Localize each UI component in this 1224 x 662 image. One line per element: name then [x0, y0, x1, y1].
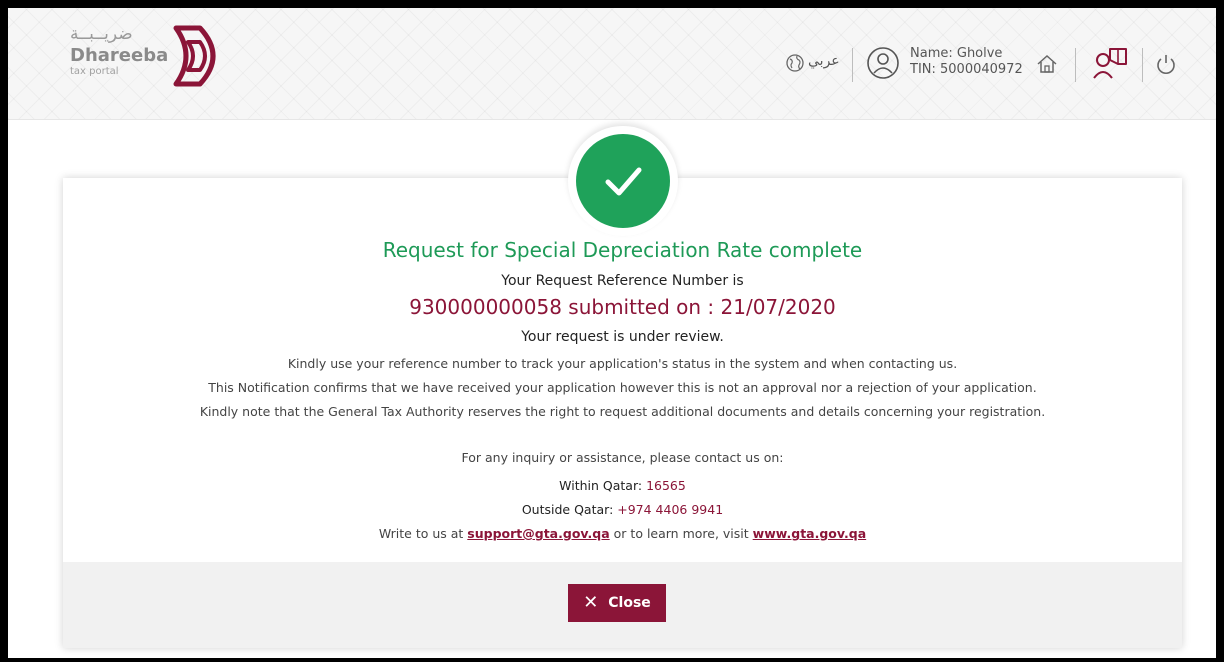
- success-check-icon: [576, 134, 670, 228]
- write-prefix: Write to us at: [378, 526, 464, 541]
- logo-subtitle: tax portal: [70, 66, 119, 77]
- within-phone[interactable]: 16565: [646, 478, 686, 493]
- within-qatar-contact: Within Qatar: 16565: [559, 478, 686, 493]
- write-to-us: Write to us at support@gta.gov.qa or to …: [63, 526, 1182, 541]
- review-status: Your request is under review.: [521, 329, 724, 345]
- info-paragraph: Kindly note that the General Tax Authori…: [199, 404, 1046, 419]
- inquiry-text: For any inquiry or assistance, please co…: [461, 450, 784, 465]
- home-icon[interactable]: [1036, 53, 1058, 75]
- user-guide-icon[interactable]: [1092, 46, 1128, 80]
- close-button[interactable]: ✕ Close: [568, 584, 666, 622]
- header-divider: [852, 48, 853, 82]
- outside-qatar-contact: Outside Qatar: +974 4406 9941: [521, 502, 724, 517]
- logo-name: Dhareeba: [70, 45, 169, 66]
- app-frame: ضريــبــة Dhareeba tax portal عربي Name:…: [8, 8, 1216, 658]
- globe-icon[interactable]: [786, 54, 804, 72]
- top-header: ضريــبــة Dhareeba tax portal عربي Name:…: [8, 8, 1216, 120]
- within-label: Within Qatar: [559, 478, 638, 493]
- success-badge: [568, 126, 678, 236]
- user-name: Name: Gholve: [910, 46, 1003, 61]
- confirmation-title: Request for Special Depreciation Rate co…: [382, 238, 863, 262]
- outside-label: Outside Qatar: [521, 502, 610, 517]
- user-tin: TIN: 5000040972: [910, 62, 1023, 77]
- power-icon[interactable]: [1155, 53, 1177, 75]
- dhareeba-logo[interactable]: ضريــبــة Dhareeba tax portal: [70, 24, 240, 88]
- reference-number: 930000000058 submitted on : 21/07/2020: [409, 295, 836, 319]
- confirmation-card: Request for Special Depreciation Rate co…: [63, 178, 1182, 648]
- card-footer: ✕ Close: [63, 562, 1182, 648]
- logo-arabic-text: ضريــبــة: [70, 24, 133, 44]
- support-email-link[interactable]: support@gta.gov.qa: [467, 526, 609, 541]
- header-divider: [1075, 48, 1076, 82]
- user-icon[interactable]: [866, 46, 900, 80]
- language-toggle[interactable]: عربي: [808, 53, 840, 69]
- info-paragraph: This Notification confirms that we have …: [208, 380, 1037, 395]
- logo-mark-icon: [173, 25, 216, 87]
- reference-label: Your Request Reference Number is: [501, 273, 744, 289]
- header-divider: [1142, 48, 1143, 82]
- close-label: Close: [608, 595, 651, 611]
- website-link[interactable]: www.gta.gov.qa: [753, 526, 867, 541]
- write-middle: or to learn more, visit: [613, 526, 749, 541]
- close-icon: ✕: [583, 592, 599, 613]
- outside-phone[interactable]: +974 4406 9941: [617, 502, 723, 517]
- info-paragraph: Kindly use your reference number to trac…: [287, 356, 958, 371]
